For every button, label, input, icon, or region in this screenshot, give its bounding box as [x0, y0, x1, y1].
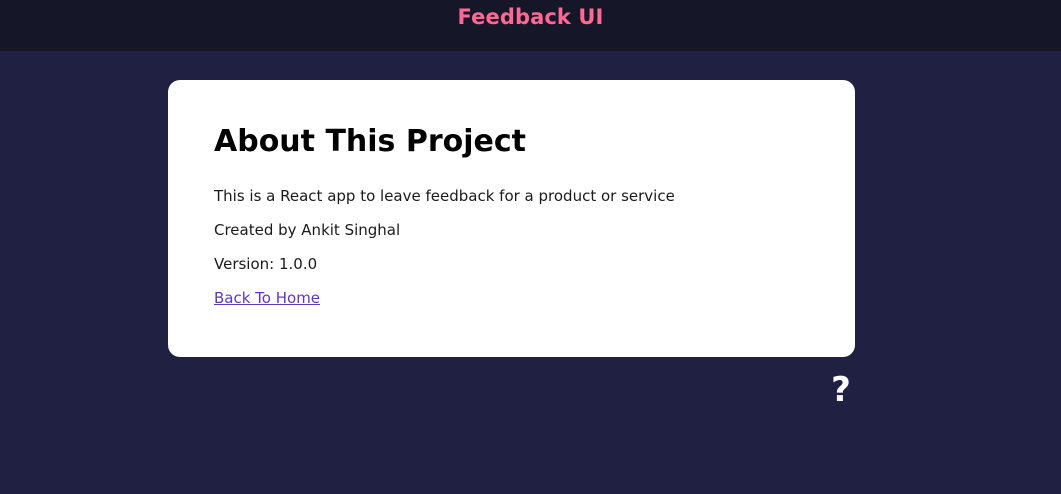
back-link-row: Back To Home	[214, 281, 809, 315]
question-icon[interactable]: ?	[829, 370, 853, 410]
project-description: This is a React app to leave feedback fo…	[214, 187, 675, 205]
app-title: Feedback UI	[457, 5, 604, 29]
version-text: Version: 1.0.0	[214, 255, 318, 273]
author-credit: Created by Ankit Singhal	[214, 221, 401, 239]
page-title: About This Project	[214, 124, 526, 159]
back-to-home-link[interactable]: Back To Home	[214, 281, 320, 315]
app-header: Feedback UI	[0, 0, 1061, 51]
about-card: About This Project This is a React app t…	[168, 80, 855, 357]
